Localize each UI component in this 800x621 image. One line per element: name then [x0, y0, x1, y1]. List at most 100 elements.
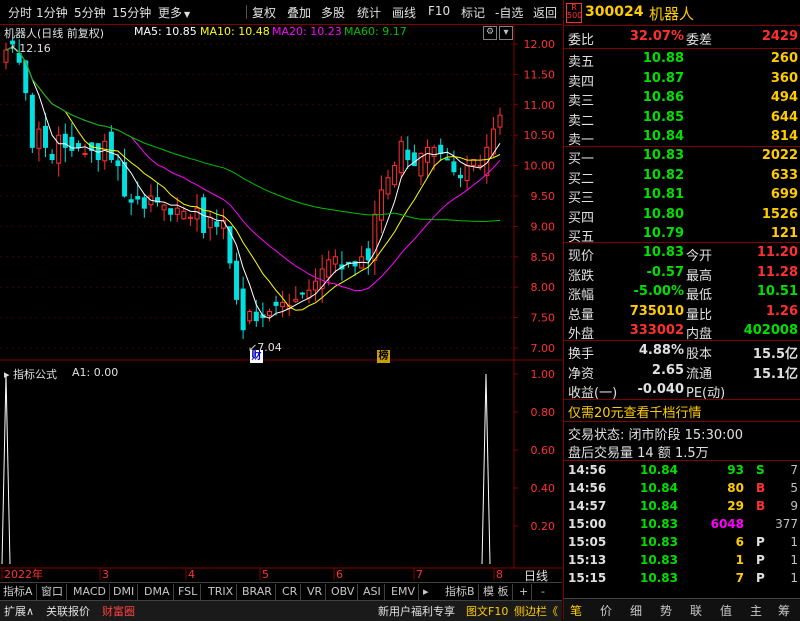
tab-intraday[interactable]: 分时 — [8, 4, 32, 21]
price-axis: 12.00 11.50 11.00 10.50 10.00 9.50 9.00 8.50 8.0… — [514, 38, 555, 355]
tick-price: 10.83 — [640, 517, 678, 531]
add-pane-button[interactable]: + — [516, 584, 533, 600]
bid-volume: 699 — [770, 187, 798, 202]
bid-row[interactable]: 买一 10.83 2022 — [564, 147, 800, 167]
divider — [564, 460, 800, 461]
tab-scroll-arrow[interactable]: ▸ — [420, 584, 432, 600]
remove-watchlist-button[interactable]: -自选 — [495, 4, 523, 21]
tab-price[interactable]: 价 — [600, 602, 612, 619]
ask-row[interactable]: 卖一 10.84 814 — [564, 128, 800, 148]
tab-1min[interactable]: 1分钟 — [36, 4, 68, 21]
ask-row[interactable]: 卖三 10.86 494 — [564, 89, 800, 109]
wealth-circle-button[interactable]: 财富圈 — [102, 603, 135, 619]
tab-indicator-a[interactable]: 指标A — [0, 584, 37, 600]
tab-fsl[interactable]: FSL — [175, 584, 202, 600]
tick-time: 15:05 — [568, 535, 607, 549]
tab-5min[interactable]: 5分钟 — [74, 4, 106, 21]
tab-macd[interactable]: MACD — [70, 584, 110, 600]
tab-indicator-b[interactable]: 指标B — [442, 584, 479, 600]
tab-trades[interactable]: 笔 — [570, 602, 582, 619]
tick-row[interactable]: 15:00 10.83 6048 377 — [564, 516, 800, 534]
tick-time: 14:56 — [568, 481, 607, 495]
tab-template[interactable]: 模 板 — [480, 584, 513, 600]
tick-row[interactable]: 15:05 10.83 6 P 1 — [564, 534, 800, 552]
settings-gear-icon[interactable]: ⚙ — [483, 26, 497, 40]
chart-menu-icon[interactable]: ▾ — [499, 26, 513, 40]
indicator-axis: 1.00 0.80 0.60 0.40 0.20 — [514, 368, 555, 533]
candle-body — [234, 260, 240, 300]
tab-trix[interactable]: TRIX — [205, 584, 238, 600]
indicator-plot — [1, 373, 491, 565]
tab-value[interactable]: 值 — [720, 602, 732, 619]
stat-label: 最高 — [686, 268, 713, 284]
tick-time: 15:13 — [568, 553, 607, 567]
bid-row[interactable]: 买二 10.82 633 — [564, 167, 800, 187]
bid-row[interactable]: 买四 10.80 1526 — [564, 206, 800, 226]
ma20-legend: MA20: 10.23 — [272, 25, 342, 38]
indicator-title[interactable]: ▸ 指标公式 — [4, 366, 57, 382]
divider — [564, 48, 800, 49]
remove-pane-button[interactable]: - — [538, 584, 548, 600]
tick-row[interactable]: 14:57 10.84 29 B 9 — [564, 498, 800, 516]
ask-row[interactable]: 卖五 10.88 260 — [564, 50, 800, 70]
tick-row[interactable]: 15:15 10.83 7 P 1 — [564, 570, 800, 588]
candle-body — [457, 174, 463, 179]
divider — [564, 242, 800, 243]
kline-chart[interactable]: 12.00 11.50 11.00 10.50 10.00 9.50 9.00 8.50 8.0… — [0, 24, 562, 582]
ask-row[interactable]: 卖二 10.85 644 — [564, 109, 800, 129]
f10-button[interactable]: F10 — [428, 4, 450, 18]
stat-value: 2.65 — [651, 362, 684, 378]
tab-chips[interactable]: 筹 — [778, 602, 790, 619]
rating-badge: R 500 — [566, 3, 582, 23]
tab-more[interactable]: 更多 ▼ — [158, 4, 190, 21]
x-tick-label: 5 — [262, 568, 269, 581]
draw-line-button[interactable]: 画线 — [392, 4, 416, 21]
tab-brar[interactable]: BRAR — [239, 584, 276, 600]
tick-row[interactable]: 15:13 10.83 1 P 1 — [564, 552, 800, 570]
tab-vr[interactable]: VR — [304, 584, 327, 600]
tab-cr[interactable]: CR — [279, 584, 302, 600]
back-button[interactable]: 返回 — [533, 4, 557, 21]
related-quotes-button[interactable]: 关联报价 — [46, 603, 90, 619]
mark-button[interactable]: 标记 — [461, 4, 485, 21]
finance-event-badge[interactable]: 财 — [250, 350, 263, 363]
tick-volume: 93 — [727, 463, 744, 477]
candle-body — [3, 49, 9, 63]
tab-main[interactable]: 主 — [750, 602, 762, 619]
candle-body — [392, 165, 398, 186]
graphic-f10-button[interactable]: 图文F10 — [466, 603, 508, 619]
tab-trend[interactable]: 势 — [660, 602, 672, 619]
tab-dmi[interactable]: DMI — [110, 584, 139, 600]
tab-asi[interactable]: ASI — [360, 584, 385, 600]
stat-row: 涨跌 -0.57 最高 11.28 — [564, 264, 800, 284]
ranking-event-badge[interactable]: 榜 — [377, 350, 390, 363]
tab-detail[interactable]: 细 — [630, 602, 642, 619]
multi-stock-button[interactable]: 多股 — [321, 4, 345, 21]
level2-promo-link[interactable]: 仅需20元查看千档行情 — [568, 402, 702, 421]
tab-emv[interactable]: EMV — [388, 584, 419, 600]
candle-body — [378, 189, 384, 221]
tab-15min[interactable]: 15分钟 — [112, 4, 151, 21]
statistics-button[interactable]: 统计 — [357, 4, 381, 21]
caret-right-icon: ▸ — [423, 585, 429, 598]
tick-row[interactable]: 14:56 10.84 93 S 7 — [564, 462, 800, 480]
candle-body — [253, 311, 259, 322]
price-tick-label: 12.00 — [524, 38, 556, 51]
ask-row[interactable]: 卖四 10.87 360 — [564, 70, 800, 90]
tick-time: 14:56 — [568, 463, 607, 477]
bid-row[interactable]: 买三 10.81 699 — [564, 186, 800, 206]
tab-linked[interactable]: 联 — [690, 602, 702, 619]
trade-state: 交易状态: 闭市阶段 15:30:00 — [568, 428, 744, 443]
restore-rights-button[interactable]: 复权 — [252, 4, 276, 21]
expand-button[interactable]: 扩展∧ — [4, 603, 34, 619]
new-user-benefit-link[interactable]: 新用户福利专享 — [378, 603, 455, 619]
tick-count: 1 — [790, 571, 798, 585]
tab-dma[interactable]: DMA — [141, 584, 174, 600]
tab-obv[interactable]: OBV — [328, 584, 359, 600]
sidebar-toggle-button[interactable]: 侧边栏《 — [514, 603, 558, 619]
stat-value: -0.57 — [646, 264, 684, 280]
tick-row[interactable]: 14:56 10.84 80 B 5 — [564, 480, 800, 498]
tab-window[interactable]: 窗口 — [38, 584, 67, 600]
overlay-button[interactable]: 叠加 — [287, 4, 311, 21]
x-tick-label: 6 — [336, 568, 343, 581]
